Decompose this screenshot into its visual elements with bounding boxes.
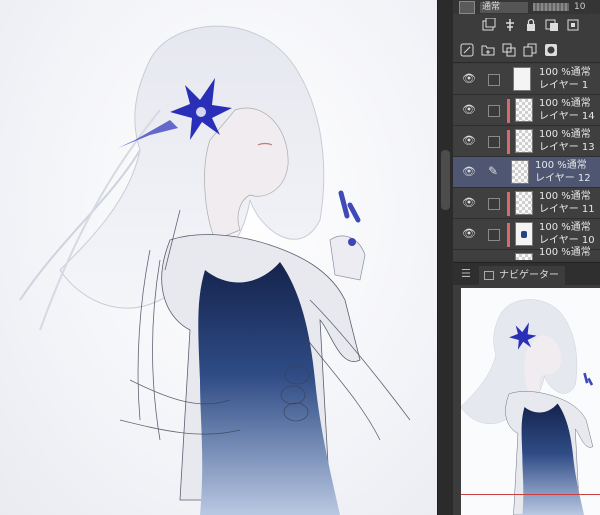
eye-icon[interactable]: 👁 xyxy=(461,165,477,179)
new-layer-icon[interactable] xyxy=(481,17,497,33)
pencil-icon: ✎ xyxy=(487,164,499,178)
layer-name: レイヤー 14 xyxy=(539,111,595,122)
layer-thumbnail xyxy=(513,67,531,91)
copy-icon[interactable] xyxy=(522,42,538,58)
eye-icon[interactable]: 👁 xyxy=(461,196,477,210)
layer-row[interactable]: 👁 100 %通常 レイヤー 1 xyxy=(453,64,600,95)
layer-thumbnail xyxy=(511,160,529,184)
hamburger-icon[interactable]: ☰ xyxy=(461,267,471,281)
clipping-marker xyxy=(507,192,510,216)
layer-blend-label: 100 %通常 xyxy=(539,129,591,140)
artwork-illustration xyxy=(19,25,411,515)
navigator-tab-label: ナビゲーター xyxy=(499,270,559,281)
layer-checkbox[interactable] xyxy=(488,136,500,148)
layer-name: レイヤー 12 xyxy=(535,173,591,184)
layer-name: レイヤー 11 xyxy=(539,204,595,215)
blend-mode-row: 通常 10 xyxy=(453,0,600,14)
layer-thumbnail xyxy=(515,129,533,153)
layer-blend-label: 100 %通常 xyxy=(539,67,591,78)
color-swatch[interactable] xyxy=(459,0,475,14)
layer-checkbox[interactable] xyxy=(488,229,500,241)
layer-blend-label: 100 %通常 xyxy=(539,247,591,258)
layer-thumbnail xyxy=(515,98,533,122)
drawing-canvas[interactable] xyxy=(0,0,437,515)
navigator-preview[interactable] xyxy=(461,288,600,515)
layer-thumbnail xyxy=(515,222,533,246)
layer-row[interactable]: 👁 100 %通常 レイヤー 14 xyxy=(453,95,600,126)
layer-panel: 通常 10 👁 100 %通常 レイヤー 1 👁 100 %通常 レイヤー 14… xyxy=(453,0,600,515)
layer-blend-label: 100 %通常 xyxy=(535,160,587,171)
navigator-icon xyxy=(484,271,494,280)
new-folder-icon[interactable] xyxy=(480,42,496,58)
eye-icon[interactable]: 👁 xyxy=(461,227,477,241)
layer-name: レイヤー 1 xyxy=(539,80,589,91)
layer-row[interactable]: 👁 100 %通常 レイヤー 11 xyxy=(453,188,600,219)
layer-checkbox[interactable] xyxy=(488,74,500,86)
clipping-marker xyxy=(507,223,510,247)
eye-icon[interactable]: 👁 xyxy=(461,134,477,148)
clip-icon[interactable] xyxy=(544,17,560,33)
layer-checkbox[interactable] xyxy=(488,198,500,210)
navigator-view-frame xyxy=(461,494,600,495)
blend-mode-select[interactable]: 通常 xyxy=(480,1,528,13)
eye-icon[interactable]: 👁 xyxy=(461,72,477,86)
merge-icon[interactable] xyxy=(501,42,517,58)
transfer-icon[interactable] xyxy=(502,17,518,33)
layer-tools-row-2 xyxy=(453,37,600,63)
opacity-value: 10 xyxy=(574,2,586,12)
layer-name: レイヤー 13 xyxy=(539,142,595,153)
opacity-slider[interactable] xyxy=(533,3,569,11)
eye-icon[interactable]: 👁 xyxy=(461,103,477,117)
navigator-thumbnail-artwork xyxy=(461,299,594,515)
lock-icon[interactable] xyxy=(523,17,539,33)
layer-thumbnail xyxy=(515,253,533,260)
mask-icon[interactable] xyxy=(543,42,559,58)
canvas-vertical-scrollbar[interactable] xyxy=(437,0,454,515)
clipping-marker xyxy=(507,99,510,123)
navigator-tab-bar: ☰ ナビゲーター xyxy=(453,262,600,285)
layer-checkbox[interactable] xyxy=(488,105,500,117)
layer-row-selected[interactable]: 👁 ✎ 100 %通常 レイヤー 12 xyxy=(453,157,600,188)
layer-list: 👁 100 %通常 レイヤー 1 👁 100 %通常 レイヤー 14 👁 100… xyxy=(453,64,600,260)
tab-navigator[interactable]: ナビゲーター xyxy=(479,266,565,285)
new-raster-icon[interactable] xyxy=(459,42,475,58)
layer-row[interactable]: 👁 100 %通常 レイヤー 13 xyxy=(453,126,600,157)
layer-thumbnail xyxy=(515,191,533,215)
scrollbar-thumb[interactable] xyxy=(441,150,450,210)
layer-blend-label: 100 %通常 xyxy=(539,222,591,233)
layer-row[interactable]: 100 %通常 xyxy=(453,247,600,260)
layer-blend-label: 100 %通常 xyxy=(539,98,591,109)
layer-blend-label: 100 %通常 xyxy=(539,191,591,202)
layer-tools-row-1 xyxy=(453,14,600,36)
reference-icon[interactable] xyxy=(565,17,581,33)
clipping-marker xyxy=(507,130,510,154)
